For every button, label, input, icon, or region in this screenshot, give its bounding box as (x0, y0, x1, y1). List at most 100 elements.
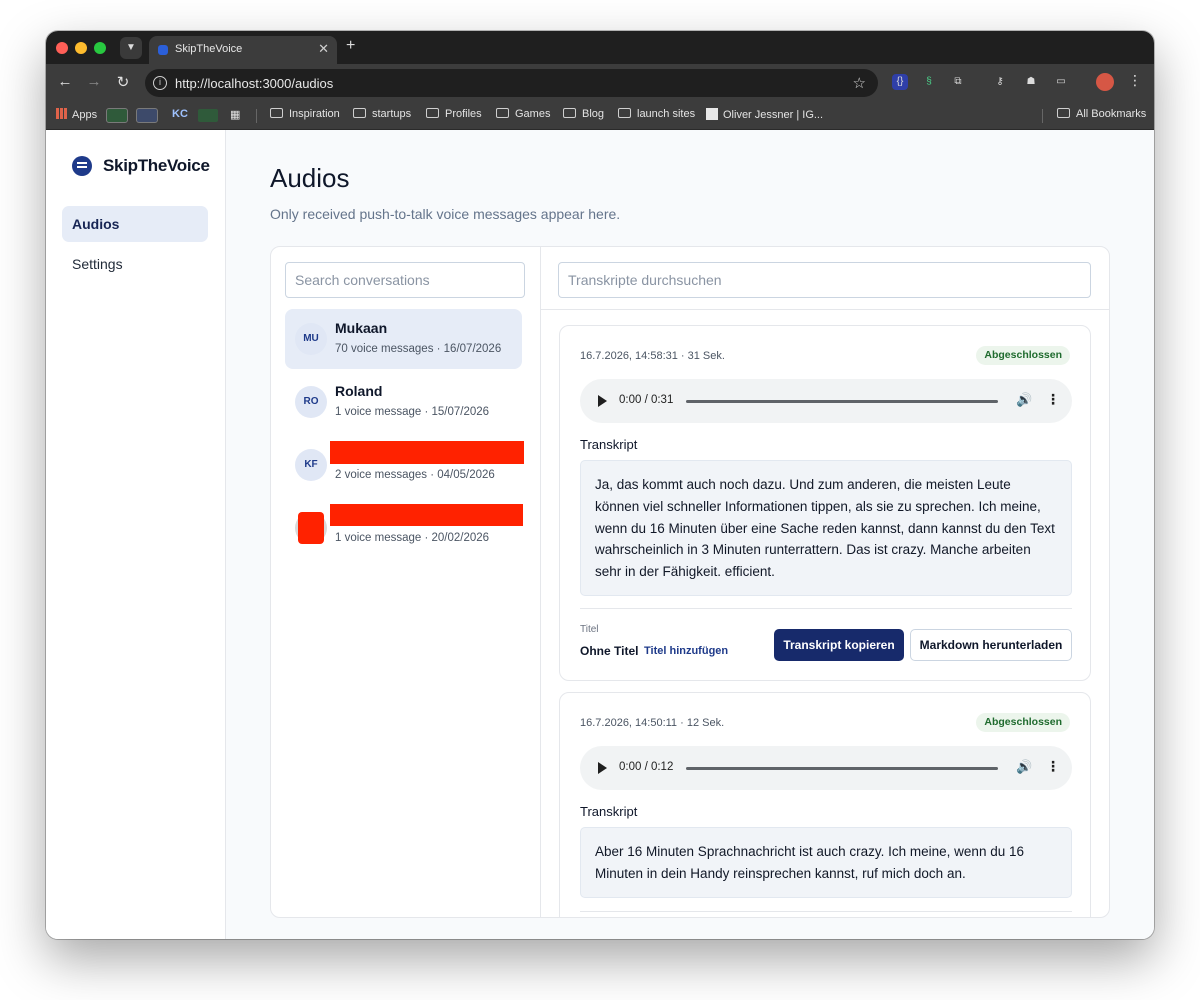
bookmarks-bar: Apps KC ▦ Inspiration startups Profiles … (46, 102, 1154, 130)
tab-title: SkipTheVoice (175, 43, 243, 55)
play-icon[interactable] (598, 395, 607, 407)
recording-meta: 16.7.2026, 14:58:31 · 31 Sek. (580, 350, 725, 362)
chart-icon[interactable] (197, 108, 219, 123)
transcript-list: 16.7.2026, 14:58:31 · 31 Sek. Abgeschlos… (541, 247, 1109, 917)
audio-time: 0:00 / 0:12 (619, 761, 674, 773)
conversation-meta: 70 voice messages · 16/07/2026 (335, 343, 502, 355)
reload-icon[interactable]: ↻ (113, 73, 133, 91)
conversation-name: Mukaan (335, 320, 388, 336)
apps-grid-icon (56, 108, 67, 119)
key-icon[interactable]: ⚷ (992, 74, 1008, 90)
sidebar-item-settings[interactable]: Settings (62, 246, 208, 282)
bookmark-star-icon[interactable]: ☆ (853, 74, 866, 92)
extension-icon[interactable]: § (921, 74, 937, 90)
download-markdown-button[interactable]: Markdown herunterladen (910, 629, 1072, 661)
audio-player[interactable]: 0:00 / 0:31 🔊 ⋮ (580, 379, 1072, 423)
new-tab-button[interactable]: + (346, 37, 355, 55)
forward-icon[interactable]: → (84, 73, 104, 90)
audios-panel: MU Mukaan 70 voice messages · 16/07/2026… (270, 246, 1110, 918)
folder-icon (563, 108, 576, 118)
conversation-meta: 1 voice message · 20/02/2026 (335, 532, 490, 544)
chart-icon[interactable] (106, 108, 128, 123)
search-transcripts-input[interactable] (558, 262, 1091, 298)
divider (580, 911, 1072, 912)
folder-icon (353, 108, 366, 118)
divider (580, 608, 1072, 609)
bookmark-label: Games (515, 108, 551, 120)
conversation-item[interactable]: 1 voice message · 20/02/2026 (285, 498, 523, 558)
tab-skipthevoice[interactable]: SkipTheVoice ✕ (149, 36, 337, 64)
main: Audios Only received push-to-talk voice … (226, 130, 1154, 939)
extension-icon[interactable]: {} (892, 74, 908, 90)
chevron-down-icon[interactable]: ▼ (120, 37, 142, 59)
bookmark-folder-games[interactable]: Games (496, 108, 550, 120)
bookmark-folder-profiles[interactable]: Profiles (426, 108, 482, 120)
site-favicon-icon (706, 108, 718, 120)
title-label: Titel (580, 624, 599, 635)
conversation-list: MU Mukaan 70 voice messages · 16/07/2026… (271, 247, 541, 917)
bookmark-label: Profiles (445, 108, 482, 120)
folder-icon (270, 108, 283, 118)
devices-icon[interactable]: ▭ (1053, 74, 1069, 90)
redacted-name (330, 504, 523, 526)
back-icon[interactable]: ← (55, 73, 75, 90)
transcript-text: Aber 16 Minuten Sprachnachricht ist auch… (580, 827, 1072, 898)
url-text[interactable]: http://localhost:3000/audios (175, 76, 333, 91)
conversation-name: Roland (335, 383, 383, 399)
more-options-icon[interactable]: ⋮ (1046, 758, 1060, 775)
minimize-window-button[interactable] (75, 42, 87, 54)
brand[interactable]: SkipTheVoice (72, 156, 210, 176)
bookmark-label: Apps (72, 109, 98, 121)
bookmark-apps[interactable]: Apps (56, 108, 97, 121)
bookmark-all[interactable]: All Bookmarks (1057, 108, 1146, 120)
avatar: KF (295, 449, 327, 481)
site-info-icon[interactable]: i (153, 76, 167, 90)
profile-avatar[interactable] (1096, 73, 1114, 91)
close-icon[interactable]: ✕ (318, 41, 329, 57)
bookmark-folder-startups[interactable]: startups (353, 108, 411, 120)
bookmark-label: Inspiration (289, 108, 340, 120)
bookmark-folder-blog[interactable]: Blog (563, 108, 604, 120)
conversation-item[interactable]: MU Mukaan 70 voice messages · 16/07/2026 (285, 309, 522, 369)
folder-icon (426, 108, 439, 118)
status-badge: Abgeschlossen (976, 713, 1070, 732)
browser-menu-icon[interactable]: ⋮ (1128, 72, 1142, 89)
audio-time: 0:00 / 0:31 (619, 394, 674, 406)
bookmark-icon[interactable] (136, 108, 158, 123)
folder-icon (618, 108, 631, 118)
bookmark-label: launch sites (637, 108, 696, 120)
conversation-item[interactable]: KF 2 voice messages · 04/05/2026 (285, 435, 524, 495)
volume-icon[interactable]: 🔊 (1016, 759, 1032, 775)
grid-icon[interactable]: ▦ (230, 108, 240, 121)
conversation-meta: 2 voice messages · 04/05/2026 (335, 469, 495, 481)
play-icon[interactable] (598, 762, 607, 774)
sidebar: SkipTheVoice Audios Settings (46, 130, 226, 939)
recording-meta: 16.7.2026, 14:50:11 · 12 Sek. (580, 717, 725, 729)
conversation-item[interactable]: RO Roland 1 voice message · 15/07/2026 (285, 372, 522, 432)
more-options-icon[interactable]: ⋮ (1046, 391, 1060, 408)
copy-transcript-button[interactable]: Transkript kopieren (774, 629, 904, 661)
bookmark-label: All Bookmarks (1076, 108, 1147, 120)
sidebar-item-audios[interactable]: Audios (62, 206, 208, 242)
redacted-name (330, 441, 524, 464)
bookmark-kc[interactable]: KC (172, 108, 188, 120)
volume-icon[interactable]: 🔊 (1016, 392, 1032, 408)
audio-progress-bar[interactable] (686, 767, 998, 770)
bookmark-label: startups (372, 108, 412, 120)
audio-player[interactable]: 0:00 / 0:12 🔊 ⋮ (580, 746, 1072, 790)
close-window-button[interactable] (56, 42, 68, 54)
bookmark-separator (256, 109, 257, 123)
search-conversations-input[interactable] (285, 262, 525, 298)
audio-progress-bar[interactable] (686, 400, 998, 403)
incognito-icon[interactable]: ☗ (1023, 74, 1039, 90)
puzzle-icon[interactable]: ⧉ (950, 74, 966, 90)
maximize-window-button[interactable] (94, 42, 106, 54)
bookmark-oliver[interactable]: Oliver Jessner | IG... (706, 108, 823, 121)
add-title-link[interactable]: Titel hinzufügen (644, 645, 728, 657)
bookmark-folder-launch-sites[interactable]: launch sites (618, 108, 695, 120)
transcript-label: Transkript (580, 437, 638, 452)
bookmark-folder-inspiration[interactable]: Inspiration (270, 108, 340, 120)
tab-strip: ▼ SkipTheVoice ✕ + (46, 31, 1154, 64)
transcript-label: Transkript (580, 804, 638, 819)
address-bar[interactable]: i http://localhost:3000/audios ☆ (145, 69, 878, 97)
